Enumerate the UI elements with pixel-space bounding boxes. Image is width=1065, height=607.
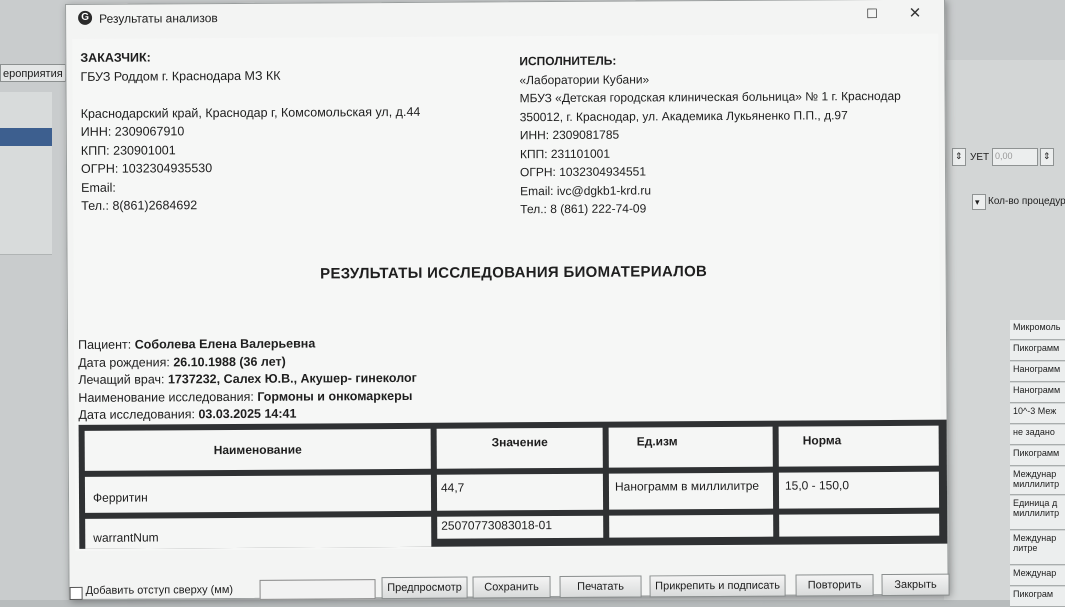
study-label: Наименование исследования: [78,389,258,405]
units-cell: Междунар [1010,566,1065,586]
patient-name: Соболева Елена Валерьевна [134,336,316,352]
result-norm-cell [779,513,940,537]
background-list-row-selected[interactable] [0,128,52,147]
units-cell: Микромоль [1010,320,1065,340]
units-cell: Пикограм [1010,587,1065,607]
doctor-name: 1737232, Салех Ю.В., Акушер- гинеколог [167,370,417,387]
procedure-count-label: Кол-во процедур [988,196,1065,207]
customer-name: ГБУЗ Роддом г. Краснодара МЗ КК [80,68,281,84]
birth-label: Дата рождения: [78,354,174,370]
repeat-button[interactable]: Повторить [795,574,874,597]
column-header-name: Наименование [84,428,431,471]
uet-label: УЕТ [970,152,990,163]
executor-org: МБУЗ «Детская городская клиническая боль… [519,88,901,106]
result-norm-cell: 15,0 - 150,0 [778,471,940,509]
executor-ogrn: ОГРН: 1032304934551 [519,164,647,180]
maximize-button[interactable]: ☐ [859,4,885,24]
report-document: ЗАКАЗЧИК: ГБУЗ Роддом г. Краснодара МЗ К… [72,33,948,551]
close-button[interactable]: Закрыть [881,573,950,597]
title-bar[interactable]: G Результаты анализов ☐ ✕ [66,0,944,35]
preview-button[interactable]: Предпросмотр [381,576,468,600]
uet-spin-button[interactable]: ⇕ [1040,148,1054,166]
units-cell: Нанограмм [1010,383,1065,403]
study-date-label: Дата исследования: [78,407,199,422]
patient-label: Пациент: [78,337,135,352]
add-indent-checkbox[interactable] [69,586,83,600]
column-header-value: Значение [436,427,603,469]
indent-mm-input[interactable] [259,579,376,600]
results-table: Наименование Значение Ед.изм Норма Ферри… [78,419,948,549]
doctor-label: Лечащий врач: [78,372,168,387]
executor-label: ИСПОЛНИТЕЛЬ: [519,53,617,69]
results-window: G Результаты анализов ☐ ✕ ЗАКАЗЧИК: ГБУЗ… [65,0,950,600]
customer-block: ЗАКАЗЧИК: ГБУЗ Роддом г. Краснодара МЗ К… [80,47,421,216]
result-name-cell: Ферритин [84,474,432,513]
background-list-row[interactable] [0,110,52,129]
footer-toolbar: Добавить отступ сверху (мм) Предпросмотр… [69,548,950,600]
customer-phone: Тел.: 8(861)2684692 [81,198,198,213]
units-cell: Пикограмм [1010,446,1065,466]
attach-and-sign-button[interactable]: Прикрепить и подписать [649,574,786,598]
window-title: Результаты анализов [99,11,218,26]
result-value-cell: 25070773083018-01 [437,515,604,539]
units-cell: не задано [1010,425,1065,445]
customer-inn: ИНН: 2309067910 [80,124,185,139]
birth-date: 26.10.1988 (36 лет) [173,354,286,369]
background-tab[interactable]: ероприятия [0,64,66,82]
customer-email: Email: [81,180,116,195]
add-indent-label: Добавить отступ сверху (мм) [85,583,234,597]
app-logo-icon: G [78,10,93,25]
study-date: 03.03.2025 14:41 [198,406,297,422]
column-header-norm: Норма [778,425,939,467]
customer-kpp: КПП: 230901001 [80,142,176,158]
background-list-row[interactable] [0,146,52,165]
column-header-unit: Ед.изм [608,426,773,468]
study-name: Гормоны и онкомаркеры [257,388,413,404]
result-unit-cell: Нанограмм в миллилитре [608,472,774,510]
background-list-row[interactable] [0,236,52,255]
units-cell: Единица д миллилитр [1010,496,1065,530]
executor-inn: ИНН: 2309081785 [519,127,620,143]
document-title: РЕЗУЛЬТАТЫ ИССЛЕДОВАНИЯ БИОМАТЕРИАЛОВ [320,263,708,283]
spin-button[interactable]: ⇕ [952,148,966,166]
background-list-row[interactable] [0,92,52,111]
dropdown-arrow-icon[interactable]: ▾ [972,194,986,210]
units-cell: Междунар миллилитр [1010,467,1065,495]
patient-info: Пациент: Соболева Елена Валерьевна Дата … [78,335,417,425]
print-button[interactable]: Печатать [559,575,642,598]
background-list-row[interactable] [0,200,52,219]
uet-input[interactable]: 0,00 [992,148,1038,166]
executor-phone: Тел.: 8 (861) 222-74-09 [520,201,647,217]
background-list-row[interactable] [0,218,52,237]
units-cell: Пикограмм [1010,341,1065,361]
units-cell: 10^-3 Меж [1010,404,1065,424]
units-cell: Нанограмм [1010,362,1065,382]
customer-ogrn: ОГРН: 1032304935530 [80,161,213,176]
units-cell: Междунар литре [1010,531,1065,565]
executor-lab: «Лаборатории Кубани» [519,71,650,87]
result-name-cell: warrantNum [85,516,432,549]
close-window-button[interactable]: ✕ [902,4,928,24]
customer-label: ЗАКАЗЧИК: [80,50,151,65]
background-list-row[interactable] [0,182,52,201]
customer-address: Краснодарский край, Краснодар г, Комсомо… [80,104,421,121]
executor-email: Email: ivc@dgkb1-krd.ru [520,182,652,198]
executor-kpp: КПП: 231101001 [519,146,611,161]
executor-block: ИСПОЛНИТЕЛЬ: «Лаборатории Кубани» МБУЗ «… [519,50,901,219]
executor-address: 350012, г. Краснодар, ул. Академика Лукь… [519,107,848,124]
result-unit-cell [609,514,774,538]
background-list-row[interactable] [0,164,52,183]
save-button[interactable]: Сохранить [472,576,551,599]
result-value-cell: 44,7 [436,473,604,511]
